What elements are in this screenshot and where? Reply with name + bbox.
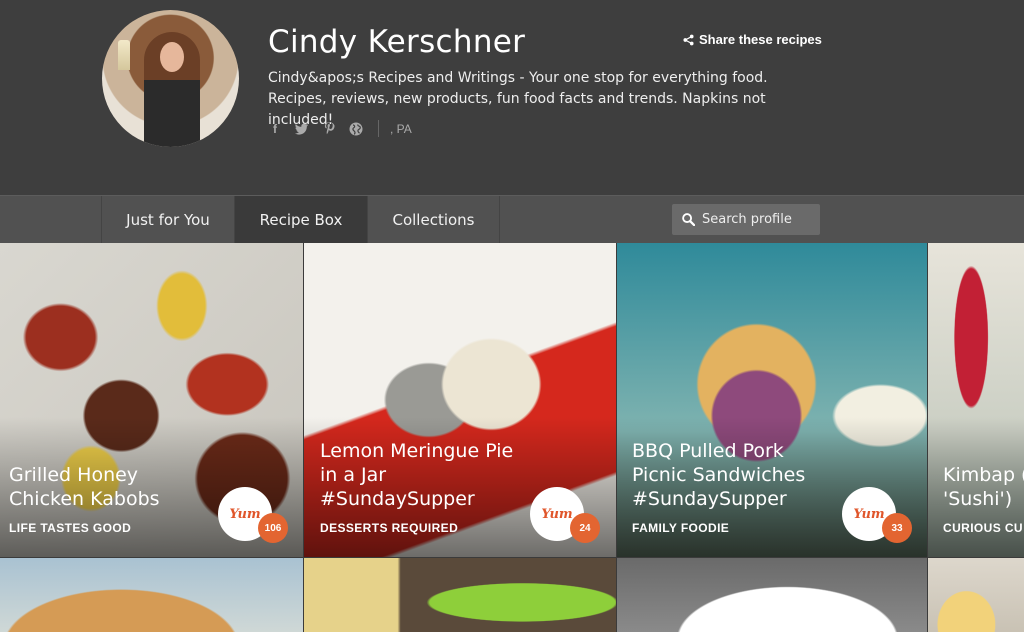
recipe-card[interactable]: Kimbap ( 'Sushi') CURIOUS CU <box>928 243 1024 557</box>
recipe-card-image[interactable] <box>0 558 303 632</box>
tab-recipe-box[interactable]: Recipe Box <box>234 196 367 244</box>
title-line: #SundaySupper <box>632 488 787 510</box>
yum-count-badge: 106 <box>258 513 288 543</box>
yum-count-badge: 33 <box>882 513 912 543</box>
recipe-card[interactable]: Lemon Meringue Pie in a Jar #SundaySuppe… <box>304 243 616 557</box>
recipe-author[interactable]: DESSERTS REQUIRED <box>320 521 458 535</box>
recipe-card-image[interactable] <box>617 558 927 632</box>
social-links: f , PA <box>268 120 412 137</box>
profile-location: , PA <box>390 121 412 136</box>
title-line: Lemon Meringue Pie <box>320 440 514 462</box>
search-placeholder: Search profile <box>702 212 792 227</box>
profile-nav: Just for You Recipe Box Collections Sear… <box>0 195 1024 244</box>
title-line: Chicken Kabobs <box>9 488 160 510</box>
profile-header: Cindy Kerschner Share these recipes Cind… <box>0 0 1024 195</box>
title-line: in a Jar <box>320 464 387 486</box>
yum-count-badge: 24 <box>570 513 600 543</box>
recipe-card-image[interactable] <box>304 558 616 632</box>
tab-label: Just for You <box>126 211 210 229</box>
title-line: Grilled Honey <box>9 464 139 486</box>
profile-name: Cindy Kerschner <box>268 24 526 60</box>
tab-collections[interactable]: Collections <box>367 196 499 244</box>
profile-avatar[interactable] <box>102 10 239 147</box>
facebook-icon[interactable]: f <box>268 122 282 136</box>
globe-icon[interactable] <box>349 122 363 136</box>
share-recipes-button[interactable]: Share these recipes <box>683 32 822 47</box>
recipe-card-image[interactable] <box>928 558 1024 632</box>
recipe-author[interactable]: FAMILY FOODIE <box>632 521 729 535</box>
recipe-card[interactable]: BBQ Pulled Pork Picnic Sandwiches #Sunda… <box>617 243 927 557</box>
title-line: #SundaySupper <box>320 488 475 510</box>
recipe-card[interactable]: Grilled Honey Chicken Kabobs LIFE TASTES… <box>0 243 303 557</box>
title-line: Kimbap ( <box>943 464 1024 486</box>
tab-just-for-you[interactable]: Just for You <box>101 196 234 244</box>
recipe-author[interactable]: LIFE TASTES GOOD <box>9 521 131 535</box>
recipe-title[interactable]: Lemon Meringue Pie in a Jar #SundaySuppe… <box>320 439 513 511</box>
search-profile-input[interactable]: Search profile <box>672 204 820 235</box>
tab-label: Recipe Box <box>259 211 343 229</box>
pinterest-icon[interactable] <box>322 122 336 136</box>
recipe-author[interactable]: CURIOUS CU <box>943 521 1023 535</box>
recipe-title[interactable]: Grilled Honey Chicken Kabobs <box>9 463 160 511</box>
tab-label: Collections <box>392 211 475 229</box>
share-icon <box>683 34 694 45</box>
social-divider <box>378 120 379 137</box>
avatar-face <box>160 42 184 72</box>
title-line: BBQ Pulled Pork <box>632 440 784 462</box>
title-line: Picnic Sandwiches <box>632 464 806 486</box>
avatar-glass <box>118 40 130 70</box>
title-line: 'Sushi') <box>943 488 1013 510</box>
twitter-icon[interactable] <box>295 122 309 136</box>
search-icon <box>682 213 695 226</box>
share-label: Share these recipes <box>699 32 822 47</box>
recipe-title[interactable]: Kimbap ( 'Sushi') <box>943 463 1024 511</box>
tab-divider <box>499 196 500 244</box>
recipe-title[interactable]: BBQ Pulled Pork Picnic Sandwiches #Sunda… <box>632 439 805 511</box>
